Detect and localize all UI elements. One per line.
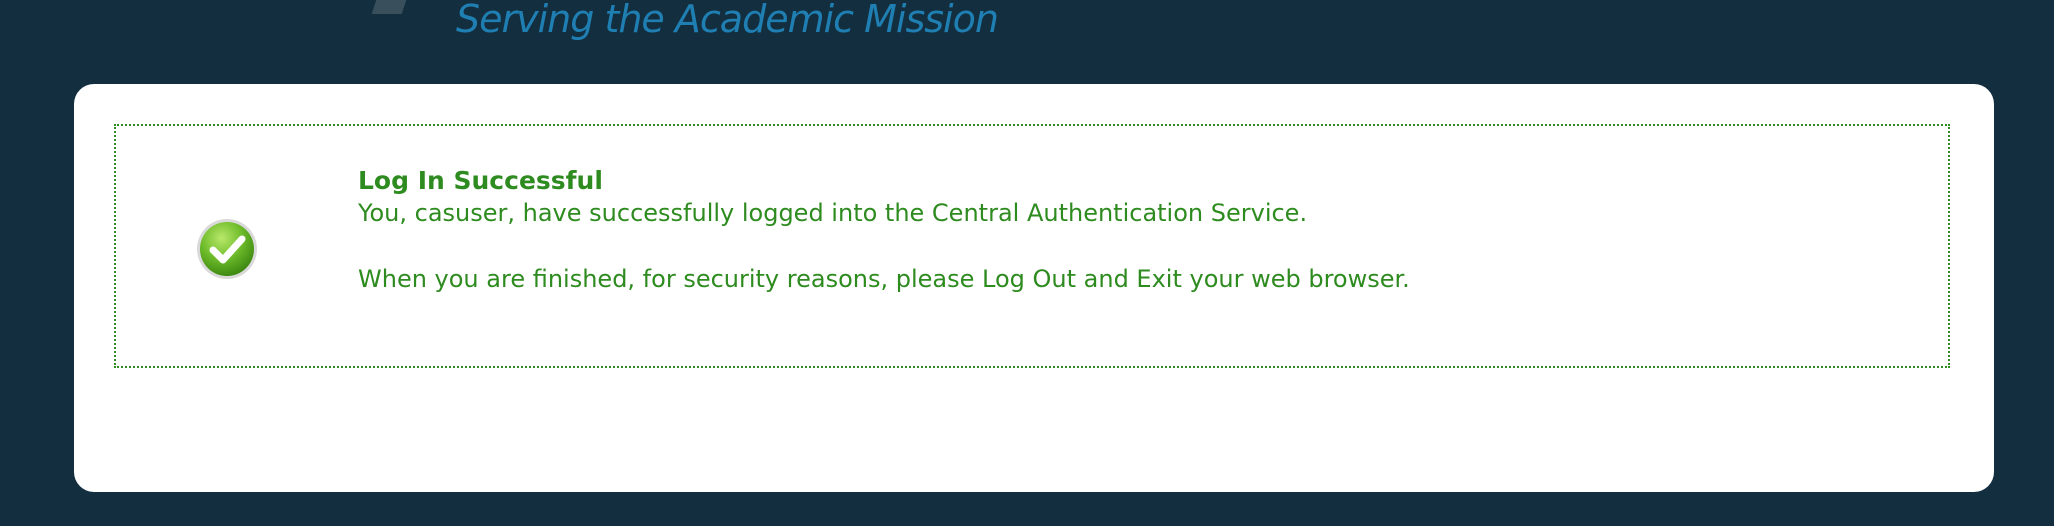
site-header: Serving the Academic Mission — [0, 0, 2054, 84]
logo-fragment — [371, 0, 407, 14]
success-line-2: When you are finished, for security reas… — [358, 265, 1410, 293]
success-title: Log In Successful — [358, 166, 603, 195]
check-circle-icon — [197, 219, 257, 279]
success-message-box: Log In Successful You, casuser, have suc… — [114, 124, 1950, 368]
header-tagline: Serving the Academic Mission — [456, 0, 999, 41]
success-line-1: You, casuser, have successfully logged i… — [358, 199, 1308, 227]
success-message: Log In Successful You, casuser, have suc… — [358, 164, 1410, 296]
main-panel: Log In Successful You, casuser, have suc… — [74, 84, 1994, 492]
